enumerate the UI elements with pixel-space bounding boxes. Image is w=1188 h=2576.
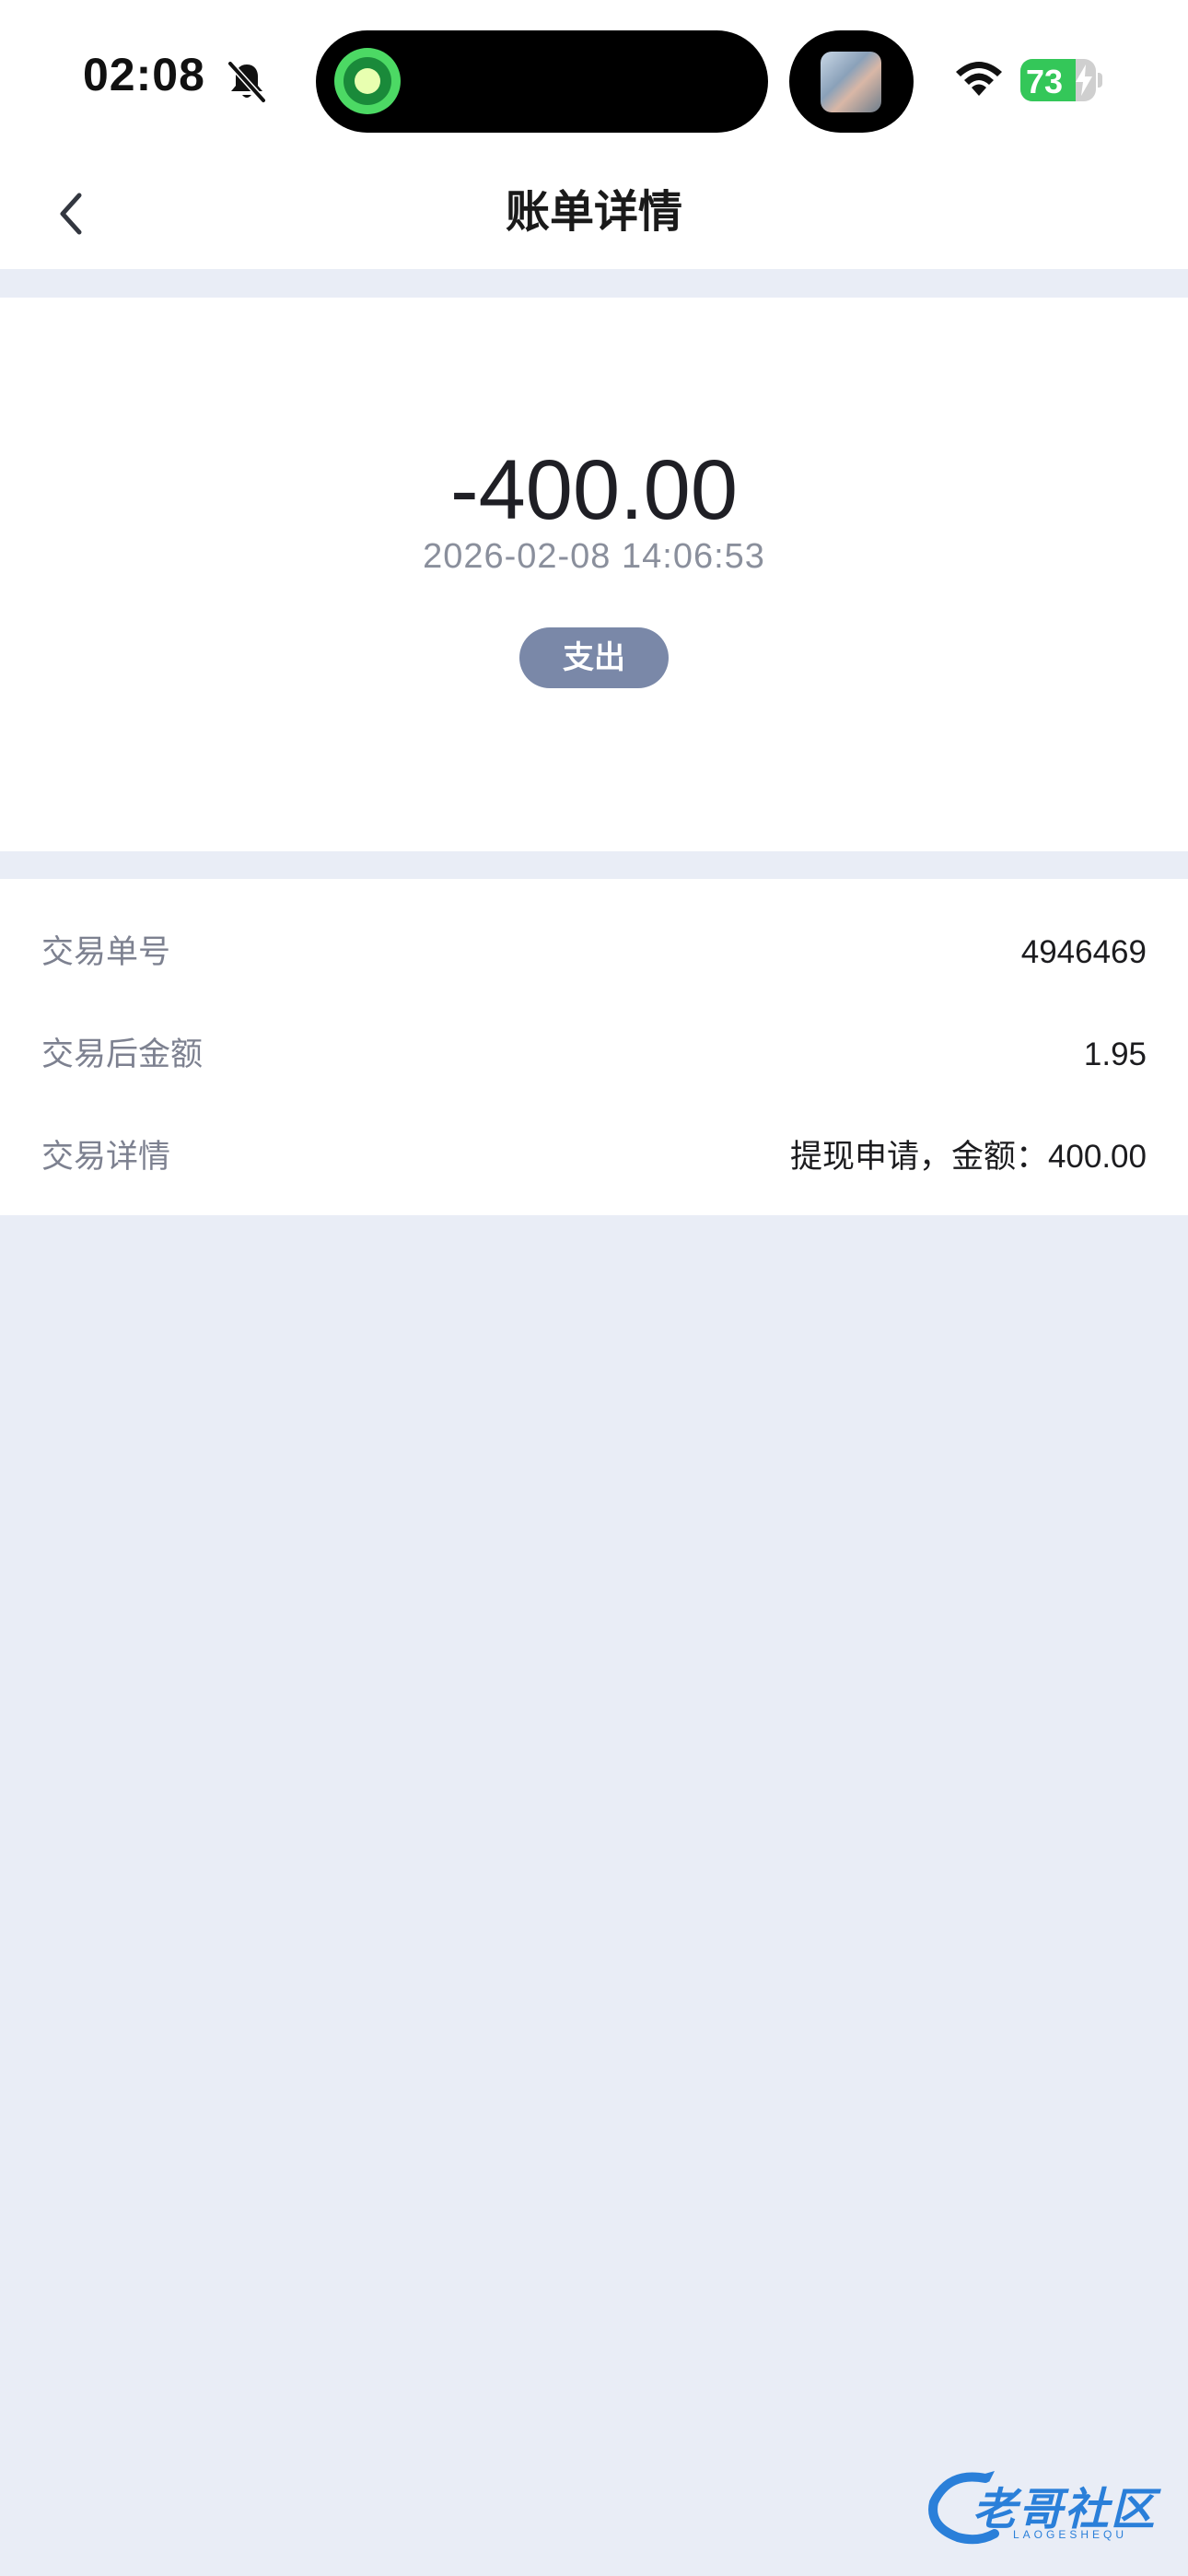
detail-value: 提现申请，金额：400.00 xyxy=(789,1139,1147,1175)
watermark-logo: 老哥社区 LAOGESHEQU xyxy=(921,2462,1179,2554)
detail-value: 4946469 xyxy=(1020,934,1147,970)
detail-row-balance-after: 交易后金额 1.95 xyxy=(0,1018,1188,1092)
page-title: 账单详情 xyxy=(505,186,682,238)
watermark-subtext: LAOGESHEQU xyxy=(1013,2528,1128,2541)
battery-level: 73 xyxy=(1026,63,1064,100)
transaction-amount: -400.00 xyxy=(449,443,739,537)
battery-indicator: 73 xyxy=(1020,59,1102,101)
media-thumbnail xyxy=(821,52,881,112)
detail-value: 1.95 xyxy=(1083,1036,1147,1072)
transaction-summary-card: -400.00 2026-02-08 14:06:53 支出 xyxy=(0,298,1188,851)
transaction-timestamp: 2026-02-08 14:06:53 xyxy=(423,537,765,576)
dynamic-island-media[interactable] xyxy=(789,30,914,133)
dynamic-island[interactable] xyxy=(316,30,768,133)
bell-muted-icon xyxy=(227,61,266,103)
detail-label: 交易详情 xyxy=(41,1139,171,1176)
wifi-icon xyxy=(956,62,1002,96)
detail-row-description: 交易详情 提现申请，金额：400.00 xyxy=(0,1120,1188,1194)
detail-label: 交易后金额 xyxy=(41,1036,204,1073)
detail-label: 交易单号 xyxy=(41,934,171,971)
charging-bolt-icon xyxy=(1076,64,1092,96)
detail-row-order-number: 交易单号 4946469 xyxy=(0,916,1188,989)
nav-bar: 账单详情 xyxy=(0,158,1188,269)
status-time: 02:08 xyxy=(83,49,205,100)
transaction-detail-card: 交易单号 4946469 交易后金额 1.95 交易详情 提现申请，金额：400… xyxy=(0,879,1188,1215)
screen: 02:08 73 账单详情 -400.00 2026-02-08 14:06:5… xyxy=(0,0,1188,2576)
status-bar: 02:08 73 xyxy=(0,0,1188,158)
live-activity-app-icon xyxy=(334,48,401,114)
transaction-type-badge: 支出 xyxy=(519,627,669,688)
